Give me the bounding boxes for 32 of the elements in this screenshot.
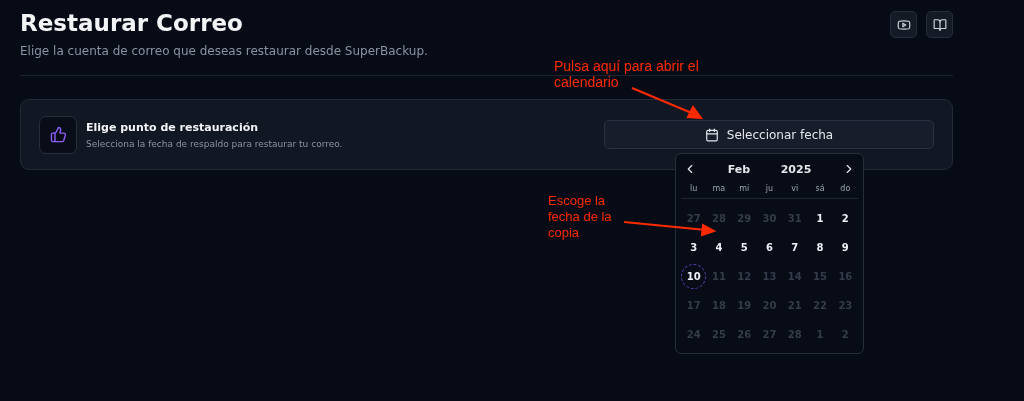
calendar-day[interactable]: 5 bbox=[731, 235, 757, 260]
weekday-label: sá bbox=[807, 176, 833, 199]
weekday-label: ma bbox=[706, 176, 732, 199]
calendar-day[interactable]: 7 bbox=[782, 235, 808, 260]
calendar-day[interactable]: 2 bbox=[832, 206, 858, 231]
weekday-label: do bbox=[832, 176, 858, 199]
page-subtitle: Elige la cuenta de correo que deseas restaurar desde SuperBackup. bbox=[20, 44, 428, 58]
calendar-icon bbox=[704, 127, 719, 142]
card-description: Selecciona la fecha de respaldo para restaurar tu correo. bbox=[86, 138, 343, 149]
thumbs-up-icon bbox=[49, 126, 67, 143]
book-icon bbox=[932, 17, 947, 32]
calendar-day[interactable]: 8 bbox=[807, 235, 833, 260]
calendar-day[interactable]: 3 bbox=[681, 235, 707, 260]
card-title: Elige punto de restauración bbox=[86, 120, 260, 134]
weekday-label: mi bbox=[731, 176, 757, 199]
calendar-day[interactable]: 1 bbox=[807, 206, 833, 231]
annotation-text: Pulsa aquí para abrir el calendario bbox=[554, 58, 700, 90]
docs-button[interactable] bbox=[926, 11, 953, 38]
select-date-button[interactable]: Seleccionar fecha bbox=[604, 120, 934, 149]
weekday-label: vi bbox=[782, 176, 808, 199]
annotation-arrow bbox=[631, 87, 702, 119]
calendar-day[interactable]: 4 bbox=[706, 235, 732, 260]
weekday-label: lu bbox=[681, 176, 707, 199]
video-icon bbox=[896, 17, 911, 32]
month-label: Feb bbox=[727, 162, 751, 176]
page-title: Restaurar Correo bbox=[20, 9, 244, 38]
calendar-day[interactable]: 9 bbox=[832, 235, 858, 260]
year-label: 2025 bbox=[780, 162, 812, 176]
annotation-text: Escoge la fecha de la copia bbox=[548, 193, 613, 241]
calendar-day[interactable]: 6 bbox=[757, 235, 782, 260]
video-button[interactable] bbox=[890, 11, 917, 38]
weekday-label: ju bbox=[756, 176, 783, 199]
